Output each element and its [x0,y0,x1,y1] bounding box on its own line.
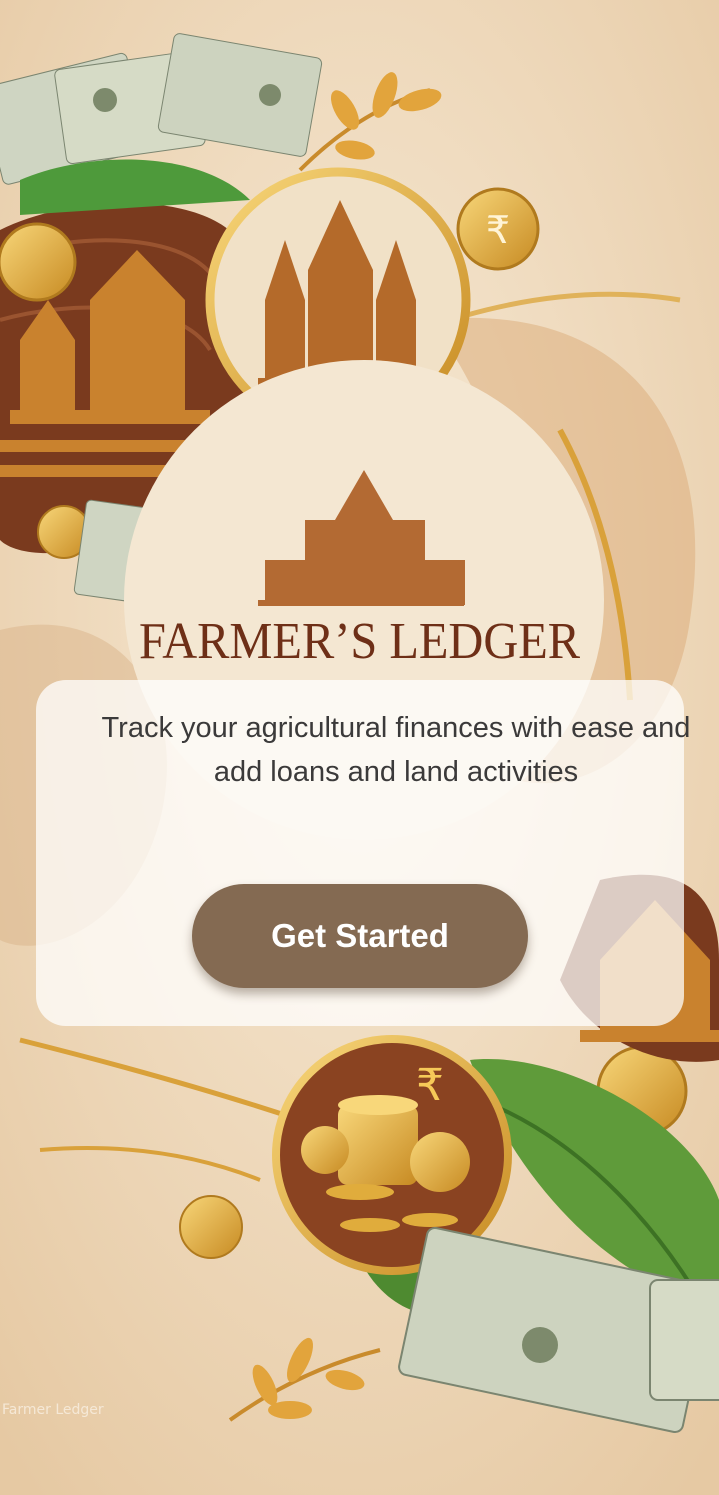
tagline: Track your agricultural finances with ea… [101,712,691,788]
svg-text:₹: ₹ [416,1060,444,1111]
app-logo-text: FARMER’S LEDGER [138,613,581,670]
svg-text:₹: ₹ [486,208,510,252]
welcome-card: Track your agricultural finances with ea… [36,680,690,1026]
watermark: Farmer Ledger [2,1402,104,1418]
get-started-button[interactable]: Get Started [192,884,528,988]
